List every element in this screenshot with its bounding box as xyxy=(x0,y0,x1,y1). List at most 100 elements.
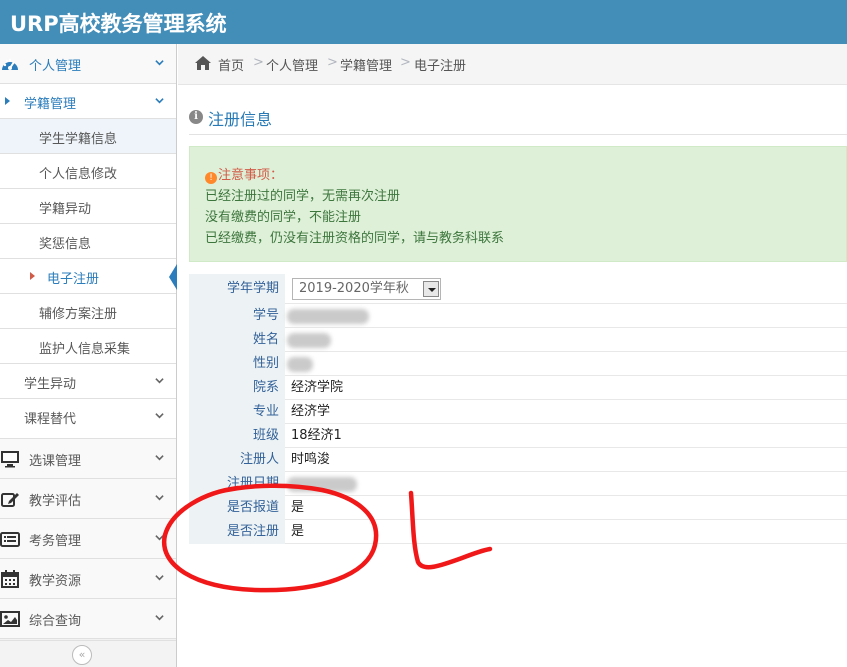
sidebar-item-personal[interactable]: 个人管理 xyxy=(0,44,176,84)
redaction-blur xyxy=(287,309,369,324)
sidebar-item-rewards[interactable]: 奖惩信息 xyxy=(0,224,176,259)
chevron-down-icon xyxy=(155,495,164,501)
major-value: 经济学 xyxy=(291,404,331,419)
class-value: 18经济1 xyxy=(291,428,342,443)
sidebar-item-student-info[interactable]: 学生学籍信息 xyxy=(0,119,176,154)
notice-line: 没有缴费的同学，不能注册 xyxy=(205,210,362,225)
sidebar-item-student-change[interactable]: 学生异动 xyxy=(0,364,176,399)
sidebar-item-course-selection[interactable]: 选课管理 xyxy=(0,439,176,479)
chevron-down-icon xyxy=(155,575,164,581)
field-label: 性别 xyxy=(189,352,285,376)
reported-value: 是 xyxy=(291,500,305,515)
field-label: 班级 xyxy=(189,424,285,448)
sidebar-item-guardian-info[interactable]: 监护人信息采集 xyxy=(0,329,176,364)
sidebar-item-label: 考务管理 xyxy=(29,534,82,549)
registered-value: 是 xyxy=(291,524,305,539)
breadcrumb-personal[interactable]: 个人管理 xyxy=(266,55,318,74)
chevron-down-icon xyxy=(155,378,164,384)
chevron-down-icon xyxy=(155,98,164,104)
sidebar-item-label: 教学资源 xyxy=(29,574,82,589)
sidebar-item-teaching-evaluation[interactable]: 教学评估 xyxy=(0,479,176,519)
picture-icon xyxy=(0,610,20,628)
edit-icon xyxy=(0,490,20,508)
sidebar-item-e-registration[interactable]: 电子注册 xyxy=(0,259,177,294)
chevron-down-icon xyxy=(155,535,164,541)
sidebar-collapse-bar: « xyxy=(0,640,176,667)
title-divider xyxy=(189,134,847,135)
breadcrumb-current: 电子注册 xyxy=(414,59,467,74)
calendar-icon xyxy=(0,570,20,588)
app-title[interactable]: URP高校教务管理系统 xyxy=(10,8,227,38)
sidebar-item-teaching-resources[interactable]: 教学资源 xyxy=(0,559,176,599)
sidebar-item-label: 电子注册 xyxy=(47,272,100,287)
redaction-blur xyxy=(287,477,357,492)
double-chevron-left-icon[interactable]: « xyxy=(72,645,92,665)
term-select[interactable]: 2019-2020学年秋 xyxy=(292,278,441,300)
table-row: 学号 xyxy=(189,304,847,328)
caret-right-icon xyxy=(5,97,10,105)
field-label: 姓名 xyxy=(189,328,285,352)
sidebar-item-status-change[interactable]: 学籍异动 xyxy=(0,189,176,224)
field-label: 学号 xyxy=(189,304,285,328)
table-row: 注册日期 xyxy=(189,472,847,496)
table-row: 专业 经济学 xyxy=(189,400,847,424)
sidebar-item-label: 学籍管理 xyxy=(24,97,77,112)
sidebar-item-label: 教学评估 xyxy=(29,494,82,509)
sidebar-item-edit-info[interactable]: 个人信息修改 xyxy=(0,154,176,189)
field-label: 注册人 xyxy=(189,448,285,472)
sidebar-item-label: 学籍异动 xyxy=(39,202,92,217)
table-row: 是否注册 是 xyxy=(189,520,847,544)
warning-icon: ! xyxy=(205,172,217,184)
field-label: 注册日期 xyxy=(189,472,285,496)
notice-box: ! 注意事项： 已经注册过的同学，无需再次注册 没有缴费的同学，不能注册 已经缴费… xyxy=(189,146,847,262)
sidebar: 个人管理 学籍管理 学生学籍信息 个人信息修改 学籍异动 奖惩信息 电子注册 辅… xyxy=(0,44,177,667)
redaction-blur xyxy=(287,357,313,372)
registrar-value: 时鸣浚 xyxy=(291,452,331,467)
breadcrumb-status[interactable]: 学籍管理 xyxy=(340,55,392,74)
dashboard-icon xyxy=(0,55,20,73)
table-row: 姓名 xyxy=(189,328,847,352)
page-title: 注册信息 xyxy=(208,110,273,129)
breadcrumb-separator: > xyxy=(327,55,338,70)
notice-heading-text: 注意事项： xyxy=(218,168,284,183)
sidebar-item-status-management[interactable]: 学籍管理 xyxy=(0,84,176,119)
sidebar-item-label: 课程替代 xyxy=(24,412,77,427)
notice-line: 已经缴费，仍没有注册资格的同学，请与教务科联系 xyxy=(205,231,505,246)
top-navbar: URP高校教务管理系统 xyxy=(0,0,847,44)
sidebar-item-exam-management[interactable]: 考务管理 xyxy=(0,519,176,559)
term-select-value: 2019-2020学年秋 xyxy=(299,281,409,296)
table-row: 班级 18经济1 xyxy=(189,424,847,448)
breadcrumb-separator: > xyxy=(400,55,411,70)
dropdown-arrow-icon[interactable] xyxy=(423,281,439,297)
sidebar-item-label: 选课管理 xyxy=(29,454,82,469)
redaction-blur xyxy=(287,333,331,348)
sidebar-item-minor-registration[interactable]: 辅修方案注册 xyxy=(0,294,176,329)
sidebar-item-course-substitute[interactable]: 课程替代 xyxy=(0,399,176,439)
notice-line: 已经注册过的同学，无需再次注册 xyxy=(205,189,401,204)
sidebar-item-label: 个人信息修改 xyxy=(39,167,118,182)
chevron-down-icon xyxy=(155,60,164,66)
chevron-down-icon xyxy=(155,455,164,461)
caret-right-icon xyxy=(30,272,35,280)
term-row: 学年学期 2019-2020学年秋 xyxy=(189,274,847,304)
field-label: 是否注册 xyxy=(189,520,285,544)
sidebar-item-label: 学生异动 xyxy=(24,377,77,392)
breadcrumb-separator: > xyxy=(253,55,264,70)
table-row: 性别 xyxy=(189,352,847,376)
field-label: 专业 xyxy=(189,400,285,424)
table-row: 注册人 时鸣浚 xyxy=(189,448,847,472)
home-icon xyxy=(195,56,211,70)
breadcrumb: 首页 > 个人管理 > 学籍管理 > 电子注册 xyxy=(178,44,847,85)
breadcrumb-home[interactable]: 首页 xyxy=(218,55,244,74)
department-value: 经济学院 xyxy=(291,380,344,395)
sidebar-item-label: 学生学籍信息 xyxy=(39,132,118,147)
table-row: 是否报道 是 xyxy=(189,496,847,520)
monitor-icon xyxy=(0,450,20,468)
table-row: 院系 经济学院 xyxy=(189,376,847,400)
sidebar-item-general-query[interactable]: 综合查询 xyxy=(0,599,176,639)
chevron-down-icon xyxy=(155,413,164,419)
notice-heading: ! 注意事项： xyxy=(205,164,283,184)
sidebar-item-label: 监护人信息采集 xyxy=(39,342,131,357)
info-icon: i xyxy=(189,110,203,124)
sidebar-item-label: 个人管理 xyxy=(29,59,82,74)
